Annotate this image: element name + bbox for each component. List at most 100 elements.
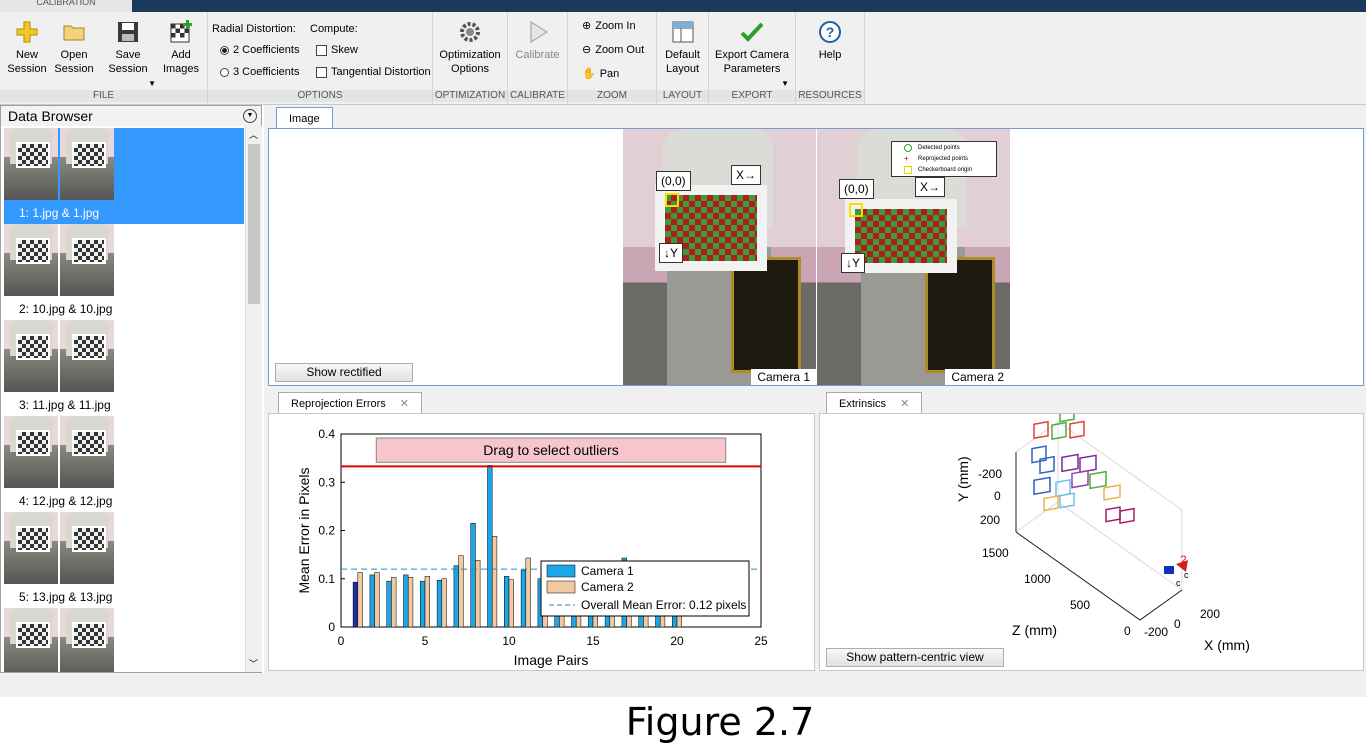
list-item[interactable]: 3: 11.jpg & 11.jpg xyxy=(4,320,244,416)
zoom-in-button[interactable]: ⊕ Zoom In xyxy=(582,19,636,33)
bar[interactable] xyxy=(520,569,527,628)
zoom-in-label: Zoom In xyxy=(595,19,636,32)
two-coefficients-label: 2 Coefficients xyxy=(233,44,300,56)
x-tick: 0 xyxy=(1174,617,1181,631)
calibrate-button[interactable]: Calibrate xyxy=(510,20,565,62)
scroll-up-icon[interactable]: ︿ xyxy=(249,128,258,141)
bar[interactable] xyxy=(424,576,430,628)
bar[interactable] xyxy=(487,465,493,628)
save-session-button[interactable]: Save Session ▼ xyxy=(100,20,156,88)
radio-3-coefficients[interactable]: 3 Coefficients xyxy=(220,66,299,78)
legend-origin: Checkerboard origin xyxy=(892,164,996,175)
cabinet xyxy=(925,257,995,373)
tab-extrinsics-label: Extrinsics xyxy=(839,398,887,410)
tangential-checkbox[interactable]: Tangential Distortion xyxy=(316,66,431,78)
bar[interactable] xyxy=(504,576,510,628)
tab-image[interactable]: Image xyxy=(276,107,333,129)
image-thumbnail xyxy=(60,128,114,200)
browser-scrollbar[interactable]: ︿ ﹀ xyxy=(245,126,262,672)
legend-entry: Camera 2 xyxy=(581,580,634,594)
bar[interactable] xyxy=(525,557,531,628)
x-tick-label: 10 xyxy=(502,634,516,648)
image-thumbnail xyxy=(4,224,58,296)
bar[interactable] xyxy=(508,579,514,628)
close-icon[interactable]: ✕ xyxy=(900,398,909,410)
camera2-image: (0,0) X→ ↓Y Detected points + Reprojected… xyxy=(817,129,1010,385)
list-item[interactable]: 1: 1.jpg & 1.jpg xyxy=(4,128,244,224)
radio-2-coefficients[interactable]: 2 Coefficients xyxy=(220,44,299,56)
bar[interactable] xyxy=(374,572,380,628)
tab-extrinsics[interactable]: Extrinsics ✕ xyxy=(826,392,923,414)
data-browser-title: Data Browser xyxy=(1,106,261,126)
reprojection-errors-panel: 0 5 10 15 20 25 0 0.1 0.2 0.3 0.4 Drag to select ou… xyxy=(268,413,815,671)
list-item-label: 2: 10.jpg & 10.jpg xyxy=(19,302,113,316)
show-rectified-button[interactable]: Show rectified xyxy=(275,363,413,382)
default-layout-button[interactable]: Default Layout xyxy=(659,20,706,76)
bar[interactable] xyxy=(352,581,359,628)
bar[interactable] xyxy=(369,574,375,628)
origin-label: (0,0) xyxy=(839,179,874,199)
y-tick: 200 xyxy=(980,513,1000,527)
scroll-thumb[interactable] xyxy=(248,144,260,304)
list-item[interactable] xyxy=(4,608,244,672)
export-camera-parameters-button[interactable]: Export Camera Parameters ▼ xyxy=(711,20,793,88)
bar[interactable] xyxy=(391,577,397,628)
bar[interactable] xyxy=(386,580,392,628)
bar[interactable] xyxy=(453,565,459,628)
help-button[interactable]: ? Help xyxy=(800,20,860,62)
x-tick-label: 15 xyxy=(586,634,600,648)
bar[interactable] xyxy=(357,572,363,628)
legend-entry: Overall Mean Error: 0.12 pixels xyxy=(581,598,746,612)
camera1-image: (0,0) X→ ↓Y Camera 1 xyxy=(623,129,816,385)
play-icon xyxy=(530,21,548,43)
y-axis-title: Y (mm) xyxy=(955,456,971,502)
bar[interactable] xyxy=(458,555,464,628)
bar[interactable] xyxy=(436,579,443,628)
zoom-out-icon: ⊖ xyxy=(582,44,592,56)
new-session-button[interactable]: New Session xyxy=(4,20,50,76)
skew-checkbox[interactable]: Skew xyxy=(316,44,358,56)
pan-hand-icon: ✋ xyxy=(582,68,596,80)
image-thumbnail xyxy=(4,128,58,200)
close-icon[interactable]: ✕ xyxy=(400,398,409,410)
bar[interactable] xyxy=(441,578,447,628)
add-images-button[interactable]: Add Images xyxy=(158,20,204,76)
extrinsics-panel: Y (mm) -200 0 200 1500 1000 500 0 Z (mm)… xyxy=(819,413,1364,671)
bar[interactable] xyxy=(475,560,481,628)
checkbox-icon xyxy=(316,66,327,78)
list-item[interactable]: 4: 12.jpg & 12.jpg xyxy=(4,416,244,512)
x-axis-label: X→ xyxy=(731,165,762,185)
radio-unselected-icon xyxy=(220,67,229,77)
chevron-down-icon: ▼ xyxy=(781,79,789,88)
pan-button[interactable]: ✋ Pan xyxy=(582,67,619,81)
bar[interactable] xyxy=(491,536,498,628)
tab-calibration[interactable]: CALIBRATION xyxy=(0,0,132,12)
tab-reprojection-errors[interactable]: Reprojection Errors ✕ xyxy=(278,392,422,414)
bar[interactable] xyxy=(470,523,476,628)
checkmark-icon xyxy=(740,22,764,42)
image-thumbnail xyxy=(60,608,114,672)
bar[interactable] xyxy=(407,577,414,628)
list-item[interactable]: 2: 10.jpg & 10.jpg xyxy=(4,224,244,320)
resources-group: ? Help RESOURCES xyxy=(796,12,865,104)
bar[interactable] xyxy=(420,580,426,628)
image-thumbnail xyxy=(4,320,58,392)
layout-icon xyxy=(672,21,693,43)
origin-marker-icon xyxy=(849,203,863,217)
zoom-out-button[interactable]: ⊖ Zoom Out xyxy=(582,43,644,57)
scroll-down-icon[interactable]: ﹀ xyxy=(249,657,258,670)
show-pattern-centric-view-button[interactable]: Show pattern-centric view xyxy=(826,648,1004,667)
calibrate-group-label: CALIBRATE xyxy=(508,90,567,102)
help-icon: ? xyxy=(819,21,841,43)
list-item[interactable]: 5: 13.jpg & 13.jpg xyxy=(4,512,244,608)
open-session-button[interactable]: Open Session xyxy=(52,20,96,76)
status-bar xyxy=(0,673,1366,697)
radio-selected-icon xyxy=(220,45,229,55)
bar[interactable] xyxy=(403,574,409,628)
optimization-options-button[interactable]: Optimization Options xyxy=(435,20,505,76)
dropdown-menu-icon[interactable]: ▼ xyxy=(243,109,257,123)
new-session-label: New Session xyxy=(7,49,47,75)
export-group: Export Camera Parameters ▼ EXPORT xyxy=(709,12,796,104)
help-label: Help xyxy=(818,49,842,61)
add-images-label: Add Images xyxy=(162,49,200,75)
